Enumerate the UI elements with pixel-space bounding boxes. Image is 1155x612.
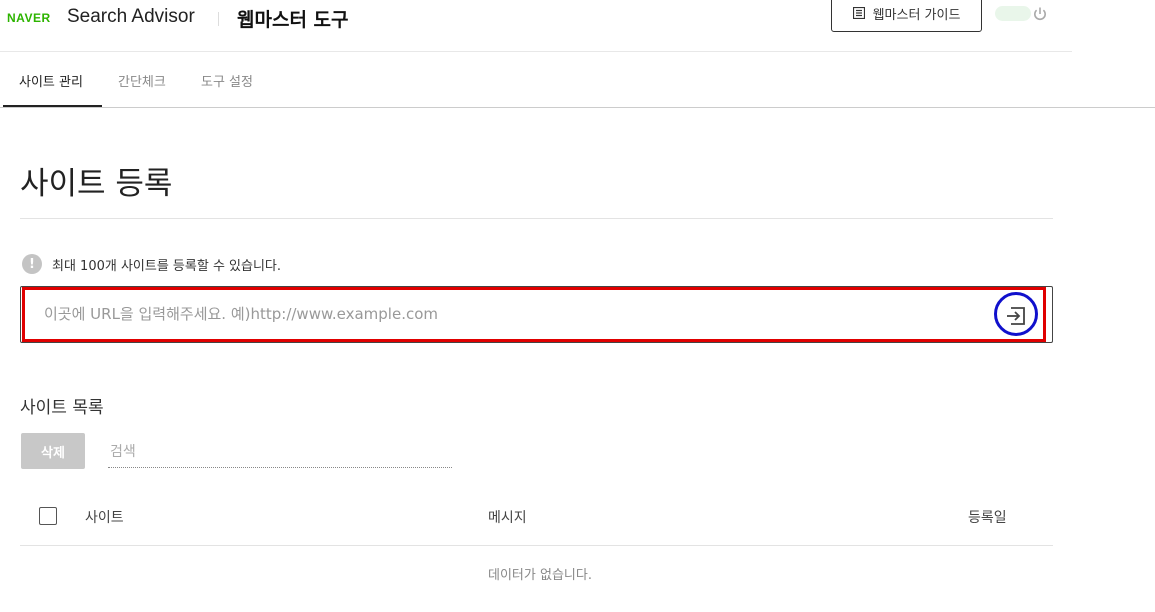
enter-arrow-icon [1007, 307, 1025, 325]
header-divider [0, 51, 1072, 52]
delete-button[interactable]: 삭제 [21, 433, 85, 469]
column-header-message: 메시지 [488, 510, 527, 526]
page-title: 사이트 등록 [20, 166, 173, 202]
select-all-checkbox[interactable] [39, 507, 57, 525]
naver-logo[interactable]: NAVER [7, 11, 51, 25]
book-icon [852, 7, 865, 19]
register-site-button[interactable] [999, 301, 1033, 331]
status-toggle[interactable] [995, 6, 1031, 21]
tab-tool-settings[interactable]: 도구 설정 [201, 71, 253, 90]
empty-table-message: 데이터가 없습니다. [488, 568, 592, 583]
tool-title: 웹마스터 도구 [237, 9, 349, 31]
power-icon[interactable] [1032, 6, 1048, 22]
info-icon: ! [22, 254, 42, 274]
brand-divider [218, 12, 219, 26]
site-limit-notice: 최대 100개 사이트를 등록할 수 있습니다. [52, 259, 282, 274]
url-input[interactable] [38, 295, 990, 333]
tab-site-management[interactable]: 사이트 관리 [19, 71, 83, 90]
product-name[interactable]: Search Advisor [67, 6, 195, 28]
table-header-divider [20, 545, 1053, 546]
tabs-divider [0, 107, 1155, 108]
webmaster-guide-button[interactable]: 웹마스터 가이드 [831, 0, 982, 32]
column-header-site: 사이트 [85, 510, 124, 526]
title-divider [20, 218, 1053, 219]
site-list-title: 사이트 목록 [20, 398, 104, 418]
site-search-input[interactable] [108, 436, 452, 468]
webmaster-guide-label: 웹마스터 가이드 [872, 7, 961, 23]
column-header-registered-date: 등록일 [968, 510, 1007, 526]
tab-simple-check[interactable]: 간단체크 [118, 71, 166, 90]
